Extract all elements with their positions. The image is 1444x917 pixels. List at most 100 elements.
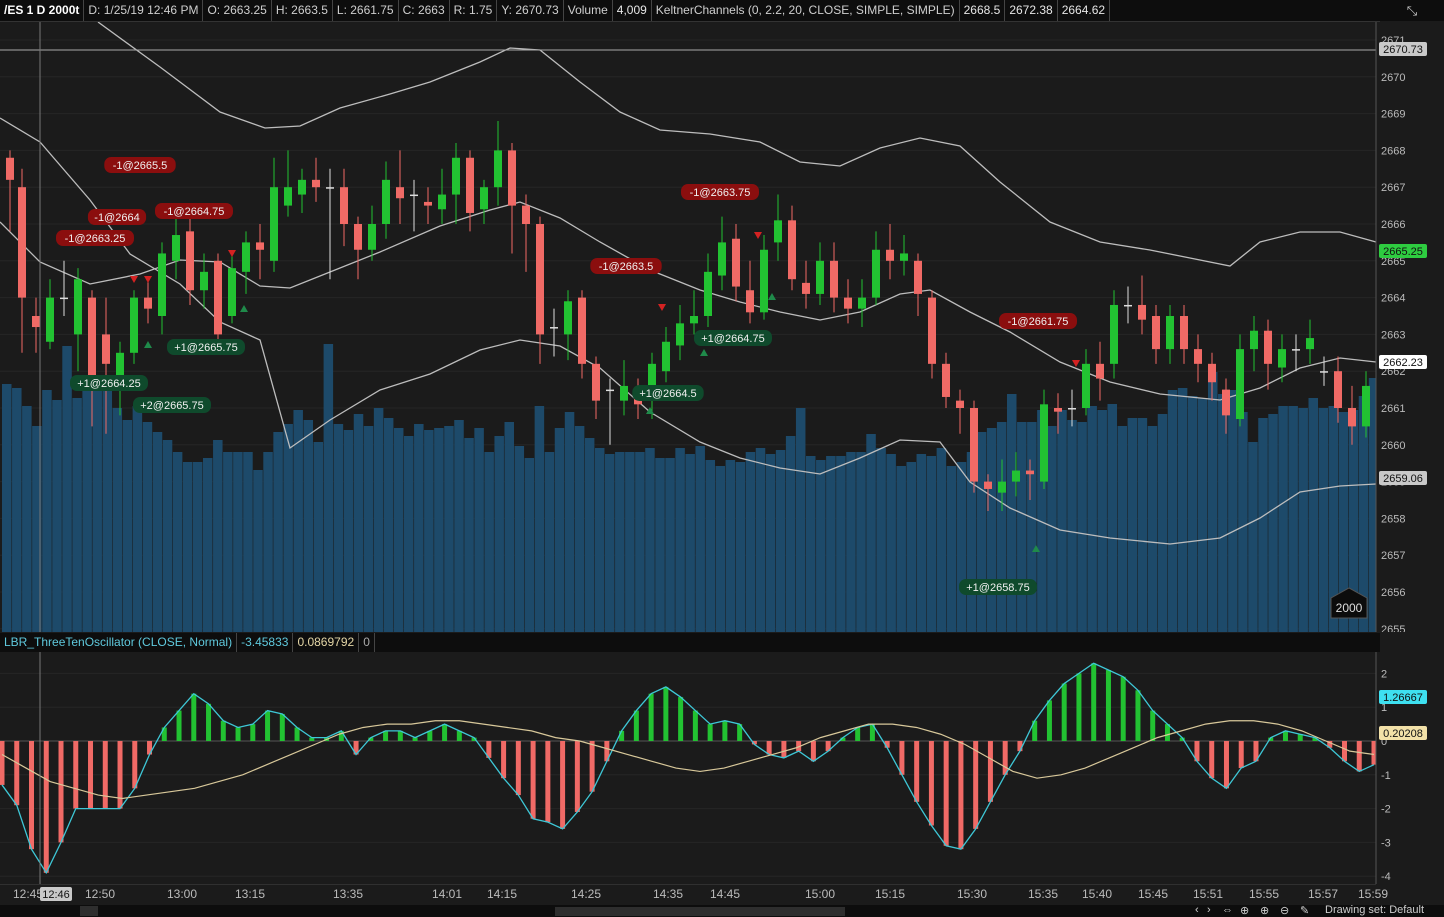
- price-tick: 2666: [1381, 219, 1405, 231]
- oscillator-header: LBR_ThreeTenOscillator (CLOSE, Normal) -…: [0, 633, 1380, 652]
- volume-study-label[interactable]: Volume: [564, 0, 613, 21]
- time-tick: 15:45: [1138, 887, 1168, 901]
- trade-bubble-sell[interactable]: -1@2663.75: [681, 184, 759, 200]
- time-tick: 15:30: [957, 887, 987, 901]
- price-tick: 2663: [1381, 329, 1405, 341]
- trade-bubble-buy[interactable]: +1@2664.5: [632, 385, 704, 401]
- pan-icon[interactable]: ⇔: [1222, 904, 1233, 916]
- zoom-out-icon[interactable]: ⊖: [1280, 904, 1289, 917]
- trade-bubble-buy[interactable]: +1@2665.75: [167, 339, 245, 355]
- price-tick: 2658: [1381, 513, 1405, 525]
- svg-text:2665.25: 2665.25: [1383, 246, 1423, 258]
- oscillator-chart[interactable]: 210-1-2-3-4 1.26667 0.20208: [0, 652, 1444, 884]
- trade-bubble-sell[interactable]: -1@2664: [87, 209, 147, 225]
- oscillator-tick: 2: [1381, 668, 1387, 680]
- last-price-tag: 2665.25: [1379, 244, 1427, 258]
- price-tick: 2655: [1381, 624, 1405, 632]
- svg-text:+1@2664.75: +1@2664.75: [701, 333, 764, 345]
- oscillator-tick: -2: [1381, 804, 1391, 816]
- symbol-label[interactable]: /ES 1 D 2000t: [0, 0, 85, 21]
- time-tick: 14:25: [571, 887, 601, 901]
- cursor-price-tag: 2670.73: [1379, 42, 1427, 56]
- time-tick: 13:00: [167, 887, 197, 901]
- time-cursor-tag: 12:46: [40, 887, 72, 901]
- svg-text:-1@2661.75: -1@2661.75: [1008, 316, 1069, 328]
- svg-text:12:46: 12:46: [42, 889, 70, 901]
- price-tick: 2668: [1381, 145, 1405, 157]
- crosshair-icon[interactable]: ⊕: [1240, 904, 1249, 917]
- bar-range: R: 1.75: [450, 0, 498, 21]
- trade-bubble-sell[interactable]: -1@2661.75: [999, 313, 1077, 329]
- svg-text:+1@2665.75: +1@2665.75: [174, 342, 237, 354]
- bar-high: H: 2663.5: [272, 0, 333, 21]
- svg-text:+1@2664.5: +1@2664.5: [639, 388, 696, 400]
- time-tick: 15:00: [805, 887, 835, 901]
- time-tick: 13:15: [235, 887, 265, 901]
- cursor-y: Y: 2670.73: [497, 0, 564, 21]
- time-tick: 15:15: [875, 887, 905, 901]
- oscillator-zero-value: 0: [359, 633, 375, 652]
- price-tick: 2661: [1381, 403, 1405, 415]
- price-tick: 2656: [1381, 587, 1405, 599]
- price-tick: 2669: [1381, 109, 1405, 121]
- keltner-value-3: 2664.62: [1058, 0, 1111, 21]
- chart-header: /ES 1 D 2000t D: 1/25/19 12:46 PM O: 266…: [0, 0, 1380, 22]
- keltner-study-label[interactable]: KeltnerChannels (0, 2.2, 20, CLOSE, SIMP…: [652, 0, 960, 21]
- bar-low: L: 2661.75: [333, 0, 399, 21]
- svg-text:2670.73: 2670.73: [1383, 44, 1423, 56]
- svg-text:+2@2665.75: +2@2665.75: [140, 400, 203, 412]
- price-tick: 2660: [1381, 440, 1405, 452]
- trade-bubble-buy[interactable]: +2@2665.75: [133, 397, 211, 413]
- svg-text:1.26667: 1.26667: [1383, 692, 1423, 704]
- time-axis[interactable]: 12:45 12:50 13:00 13:15 13:35 14:01 14:15 14:25…: [0, 884, 1444, 905]
- trade-bubble-buy[interactable]: +1@2658.75: [959, 579, 1037, 595]
- oscillator-value: -3.45833: [237, 633, 294, 652]
- oscillator-study-label[interactable]: LBR_ThreeTenOscillator (CLOSE, Normal): [0, 633, 238, 652]
- oscillator-signal-tag: 0.20208: [1379, 726, 1427, 740]
- zoom-in-icon[interactable]: ⊕: [1260, 904, 1269, 917]
- scroll-next-icon[interactable]: ›: [1207, 904, 1211, 916]
- time-scrollbar-thumb[interactable]: [555, 907, 845, 916]
- trade-bubble-sell[interactable]: -1@2663.5: [590, 258, 662, 274]
- svg-text:2662.23: 2662.23: [1383, 357, 1423, 369]
- time-tick: 15:51: [1193, 887, 1223, 901]
- pencil-icon[interactable]: ✎: [1300, 904, 1309, 917]
- trade-bubble-sell[interactable]: -1@2663.25: [56, 230, 134, 246]
- price-tick: 2664: [1381, 293, 1405, 305]
- trade-bubble-sell[interactable]: -1@2665.5: [104, 157, 176, 173]
- time-tick: 14:45: [710, 887, 740, 901]
- price-tick: 2667: [1381, 182, 1405, 194]
- bar-date: D: 1/25/19 12:46 PM: [84, 0, 204, 21]
- bar-open: O: 2663.25: [203, 0, 272, 21]
- bottom-toolbar: ‹ › ⇔ ⊕ ⊕ ⊖ ✎ Drawing set: Default: [0, 904, 1444, 917]
- svg-text:-1@2664: -1@2664: [94, 212, 139, 224]
- svg-text:+1@2658.75: +1@2658.75: [966, 582, 1029, 594]
- volume-value: 4,009: [613, 0, 652, 21]
- scroll-left-handle[interactable]: [80, 906, 98, 916]
- price-tick: 2657: [1381, 550, 1405, 562]
- trade-bubble-buy[interactable]: +1@2664.75: [694, 330, 772, 346]
- svg-text:-1@2663.25: -1@2663.25: [65, 233, 126, 245]
- svg-text:-1@2664.75: -1@2664.75: [164, 206, 225, 218]
- drawing-set-label[interactable]: Drawing set: Default: [1325, 904, 1424, 916]
- time-tick: 15:35: [1028, 887, 1058, 901]
- svg-text:2659.06: 2659.06: [1383, 473, 1423, 485]
- time-tick: 12:50: [85, 887, 115, 901]
- oscillator-tick: -3: [1381, 837, 1391, 849]
- svg-text:2000: 2000: [1336, 601, 1363, 615]
- collapse-arrows-icon[interactable]: ⤡: [1380, 0, 1444, 21]
- price-chart[interactable]: -1@2665.5 -1@2664 -1@2663.25 -1@2664.75 +1@2…: [0, 22, 1444, 632]
- time-tick: 14:35: [653, 887, 683, 901]
- lower-band-tag: 2659.06: [1379, 471, 1427, 485]
- mid-band-tag: 2662.23: [1379, 355, 1427, 369]
- scroll-prev-icon[interactable]: ‹: [1195, 904, 1199, 916]
- svg-text:-1@2665.5: -1@2665.5: [113, 160, 168, 172]
- trade-bubble-sell[interactable]: -1@2664.75: [155, 203, 233, 219]
- price-tick: 2670: [1381, 72, 1405, 84]
- trade-bubble-buy[interactable]: +1@2664.25: [70, 375, 148, 391]
- time-tick: 15:40: [1082, 887, 1112, 901]
- time-tick: 12:45: [13, 887, 43, 901]
- time-tick: 15:57: [1308, 887, 1338, 901]
- time-tick: 14:15: [487, 887, 517, 901]
- keltner-value-2: 2672.38: [1005, 0, 1058, 21]
